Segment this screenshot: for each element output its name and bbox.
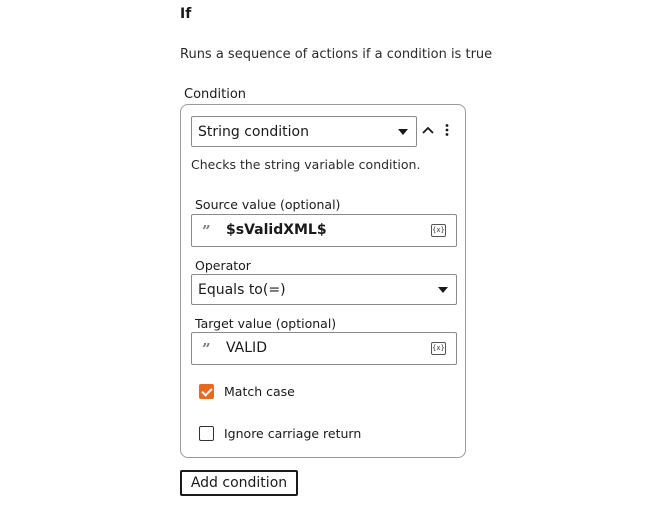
source-value-field[interactable]: ” $sValidXML$ {x} (191, 214, 457, 247)
target-value-field[interactable]: ” VALID {x} (191, 332, 457, 365)
quote-icon: ” (202, 222, 211, 240)
condition-type-select[interactable]: String condition (191, 116, 417, 147)
chevron-down-icon (438, 287, 448, 293)
target-value-text: VALID (226, 340, 267, 356)
source-value-label: Source value (optional) (195, 197, 341, 212)
chevron-up-icon (422, 126, 434, 134)
ignore-carriage-return-label: Ignore carriage return (224, 426, 362, 441)
condition-section-label: Condition (184, 87, 247, 102)
operator-label: Operator (195, 258, 251, 273)
more-options-button[interactable] (441, 122, 453, 138)
add-condition-button[interactable]: Add condition (180, 470, 298, 496)
action-description: Runs a sequence of actions if a conditio… (180, 47, 493, 62)
match-case-checkbox[interactable] (199, 384, 214, 399)
variable-insert-icon[interactable]: {x} (431, 224, 446, 237)
target-value-label: Target value (optional) (195, 316, 337, 331)
condition-description: Checks the string variable condition. (191, 157, 421, 172)
operator-select[interactable]: Equals to(=) (191, 274, 457, 305)
condition-card: String condition Checks the string varia… (180, 104, 466, 458)
kebab-menu-icon (445, 124, 449, 136)
chevron-down-icon (398, 129, 408, 135)
match-case-label: Match case (224, 384, 295, 399)
ignore-carriage-return-checkbox[interactable] (199, 426, 214, 441)
collapse-condition-button[interactable] (421, 122, 435, 138)
variable-insert-icon[interactable]: {x} (431, 342, 446, 355)
source-value-text: $sValidXML$ (226, 222, 327, 238)
if-action-panel: If Runs a sequence of actions if a condi… (0, 0, 650, 507)
quote-icon: ” (202, 340, 211, 358)
ignore-carriage-return-option[interactable]: Ignore carriage return (199, 426, 361, 441)
operator-value: Equals to(=) (198, 281, 286, 298)
action-title: If (180, 6, 192, 22)
match-case-option[interactable]: Match case (199, 384, 295, 399)
condition-type-value: String condition (198, 123, 309, 140)
